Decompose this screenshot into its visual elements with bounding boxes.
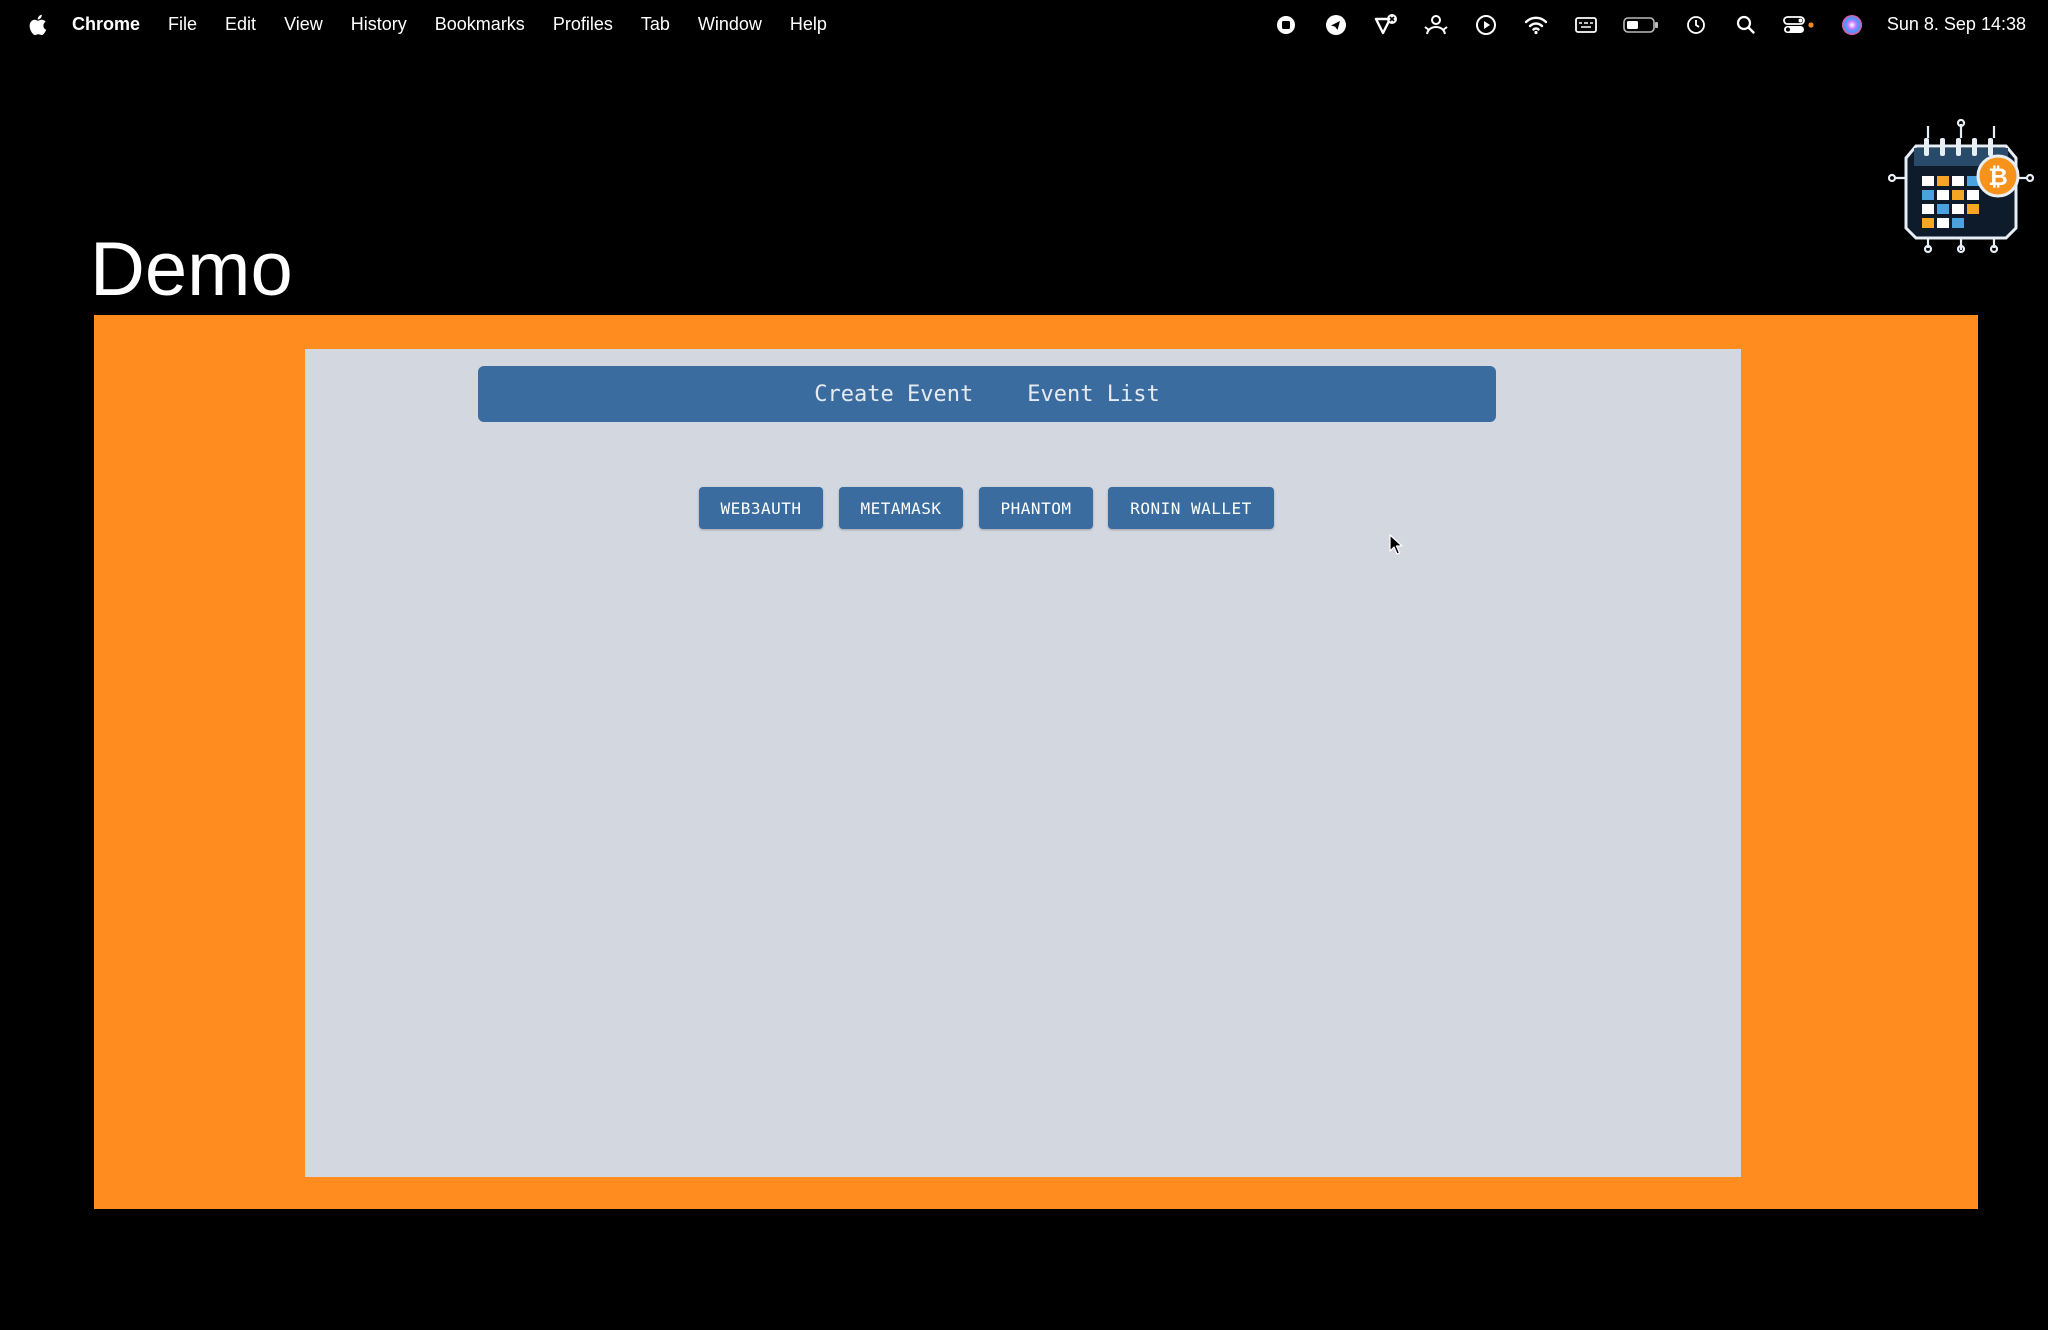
macos-menu-bar: Chrome File Edit View History Bookmarks … — [0, 0, 2048, 49]
svg-text:₿: ₿ — [1988, 163, 2008, 191]
wallet-button-row: WEB3AUTH METAMASK PHANTOM RONIN WALLET — [305, 487, 1741, 529]
menu-view[interactable]: View — [284, 14, 323, 35]
mouse-cursor-icon — [1389, 534, 1403, 556]
control-center-icon[interactable] — [1781, 10, 1817, 40]
menu-help[interactable]: Help — [790, 14, 827, 35]
menu-history[interactable]: History — [351, 14, 407, 35]
calendar-bitcoin-logo: ₿ — [1887, 118, 2035, 254]
keyboard-icon[interactable] — [1571, 10, 1601, 40]
web3auth-button[interactable]: WEB3AUTH — [699, 487, 823, 529]
video-frame: Create Event Event List WEB3AUTH METAMAS… — [94, 315, 1978, 1209]
apple-icon[interactable] — [26, 12, 48, 38]
menu-tab[interactable]: Tab — [641, 14, 670, 35]
menu-bar-status-area: Sun 8. Sep 14:38 — [1251, 0, 2026, 49]
record-icon[interactable] — [1271, 10, 1301, 40]
screen: Chrome File Edit View History Bookmarks … — [0, 0, 2048, 1330]
battery-icon[interactable] — [1621, 10, 1661, 40]
telegram-icon[interactable] — [1321, 10, 1351, 40]
menu-bookmarks[interactable]: Bookmarks — [435, 14, 525, 35]
ronin-wallet-button[interactable]: RONIN WALLET — [1108, 487, 1274, 529]
spotlight-icon[interactable] — [1731, 10, 1761, 40]
menu-file[interactable]: File — [168, 14, 197, 35]
phantom-button[interactable]: PHANTOM — [979, 487, 1093, 529]
menu-app-chrome[interactable]: Chrome — [72, 14, 140, 35]
menu-profiles[interactable]: Profiles — [553, 14, 613, 35]
wifi-icon[interactable] — [1521, 10, 1551, 40]
page-title: Demo — [90, 227, 293, 312]
menu-window[interactable]: Window — [698, 14, 762, 35]
menu-bar-left: Chrome File Edit View History Bookmarks … — [0, 0, 827, 49]
nav-event-list[interactable]: Event List — [1027, 382, 1159, 407]
siri-icon[interactable] — [1837, 10, 1867, 40]
menu-edit[interactable]: Edit — [225, 14, 256, 35]
play-icon[interactable] — [1471, 10, 1501, 40]
time-machine-icon[interactable] — [1681, 10, 1711, 40]
app-viewport: Create Event Event List WEB3AUTH METAMAS… — [305, 349, 1741, 1177]
menu-bar-clock[interactable]: Sun 8. Sep 14:38 — [1887, 14, 2026, 35]
nav-create-event[interactable]: Create Event — [814, 382, 973, 407]
top-nav-bar: Create Event Event List — [478, 366, 1496, 422]
metamask-button[interactable]: METAMASK — [839, 487, 963, 529]
user-share-icon[interactable] — [1421, 10, 1451, 40]
vpn-icon[interactable] — [1371, 10, 1401, 40]
